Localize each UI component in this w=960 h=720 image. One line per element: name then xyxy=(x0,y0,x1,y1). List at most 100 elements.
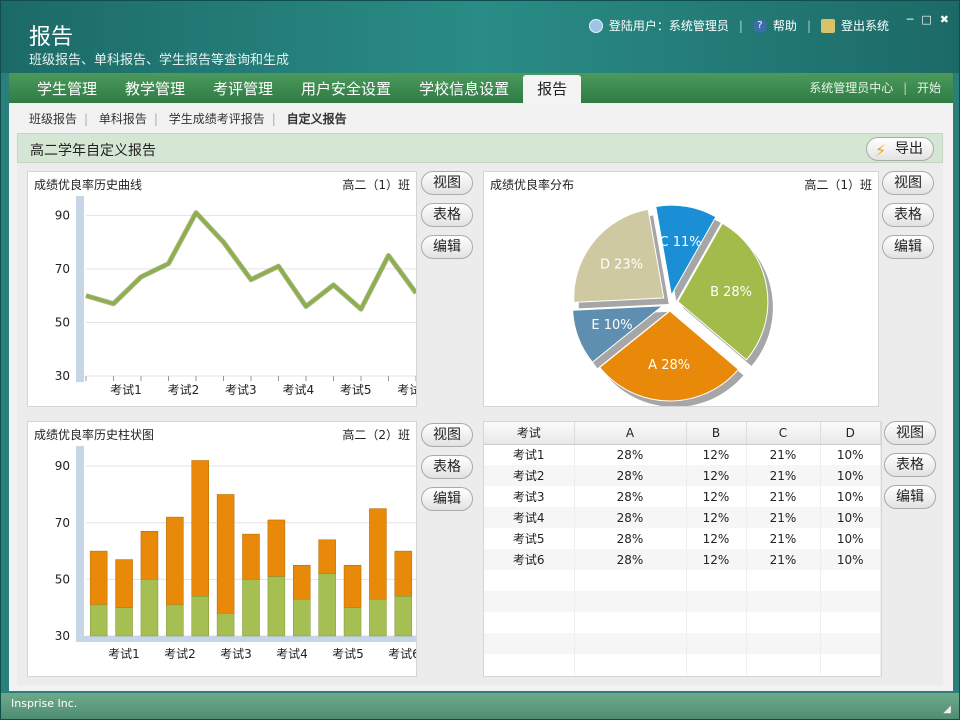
table-cell xyxy=(686,591,747,612)
table-header-row: 考试 A B C D xyxy=(484,422,881,445)
edit-button[interactable]: 编辑 xyxy=(882,235,934,259)
nav-item-student[interactable]: 学生管理 xyxy=(23,75,111,103)
nav-right-links: 系统管理员中心 | 开始 xyxy=(809,79,941,96)
bar-upper xyxy=(318,539,336,574)
pie-chart-panel: 成绩优良率分布 高二（1）班 C 11% B 28% A 28% E 10% D 23% xyxy=(483,171,879,407)
table-cell xyxy=(484,612,575,633)
user-icon xyxy=(588,18,603,33)
resize-grip-icon[interactable]: ◢ xyxy=(943,699,951,720)
table-row[interactable] xyxy=(484,654,881,675)
start-link[interactable]: 开始 xyxy=(917,81,941,95)
table-row[interactable] xyxy=(484,591,881,612)
x-tick-label: 考试6 xyxy=(388,646,416,661)
view-button[interactable]: 视图 xyxy=(882,171,934,195)
column-header[interactable]: C xyxy=(746,422,821,445)
x-tick-label: 考试5 xyxy=(340,382,372,397)
table-cell: 10% xyxy=(820,549,881,570)
column-header[interactable]: D xyxy=(820,422,881,445)
separator: | xyxy=(84,112,89,126)
column-header[interactable]: B xyxy=(686,422,747,445)
x-tick-label: 考试1 xyxy=(108,646,140,661)
table-button[interactable]: 表格 xyxy=(884,453,936,477)
table-cell xyxy=(820,570,881,591)
view-button[interactable]: 视图 xyxy=(884,421,936,445)
pie-slice-label: D 23% xyxy=(600,257,643,272)
bar-lower xyxy=(166,604,184,637)
nav-item-report[interactable]: 报告 xyxy=(523,75,582,103)
y-tick-label: 50 xyxy=(55,315,70,329)
x-tick-label: 考试1 xyxy=(110,382,142,397)
user-label: 登陆用户：系统管理员 xyxy=(608,19,729,33)
bar-upper xyxy=(191,460,209,597)
table-cell: 考试3 xyxy=(484,486,575,507)
view-button[interactable]: 视图 xyxy=(421,423,473,447)
pie-slice-label: E 10% xyxy=(591,318,632,333)
status-bar: Insprise Inc. ◢ xyxy=(1,693,959,719)
edit-button[interactable]: 编辑 xyxy=(884,485,936,509)
export-button[interactable]: ⚡ 导出 xyxy=(866,137,934,161)
subnav-student-report[interactable]: 学生成绩考评报告 xyxy=(169,112,265,126)
export-label: 导出 xyxy=(895,141,923,157)
pie-slice xyxy=(573,208,665,303)
bar-lower xyxy=(140,579,159,637)
table-button[interactable]: 表格 xyxy=(882,203,934,227)
nav-item-school-info[interactable]: 学校信息设置 xyxy=(405,75,523,103)
y-tick-label: 90 xyxy=(55,208,70,222)
pie-chart: C 11% B 28% A 28% E 10% D 23% xyxy=(572,204,773,406)
view-button[interactable]: 视图 xyxy=(421,171,473,195)
nav-item-security[interactable]: 用户安全设置 xyxy=(287,75,405,103)
table-cell: 考试2 xyxy=(484,465,575,486)
table-cell xyxy=(574,591,687,612)
edit-button[interactable]: 编辑 xyxy=(421,235,473,259)
table-cell xyxy=(820,633,881,654)
table-row[interactable]: 考试2 28% 12% 21% 10% xyxy=(484,465,881,486)
bar-upper xyxy=(89,550,108,606)
logout-icon[interactable] xyxy=(820,18,835,33)
bar-upper xyxy=(343,564,362,608)
edit-button[interactable]: 编辑 xyxy=(421,487,473,511)
y-tick-label: 70 xyxy=(55,262,70,276)
nav-item-teaching[interactable]: 教学管理 xyxy=(111,75,199,103)
y-tick-label: 90 xyxy=(55,459,70,473)
bar-lower xyxy=(191,596,209,637)
help-icon[interactable]: ? xyxy=(752,18,767,33)
table-row[interactable]: 考试3 28% 12% 21% 10% xyxy=(484,486,881,507)
table-cell: 12% xyxy=(686,507,747,528)
data-table: 考试 A B C D 考试1 28% 12% 21% 10% 考试2 28% 12% 21% 10… xyxy=(484,422,881,675)
minimize-icon[interactable]: ─ xyxy=(907,13,914,26)
column-header[interactable]: A xyxy=(574,422,687,445)
bar-lower xyxy=(394,596,413,637)
table-row[interactable]: 考试5 28% 12% 21% 10% xyxy=(484,528,881,549)
table-row[interactable]: 考试1 28% 12% 21% 10% xyxy=(484,444,881,465)
subnav-subject-report[interactable]: 单科报告 xyxy=(99,112,147,126)
table-button[interactable]: 表格 xyxy=(421,455,473,479)
table-row[interactable] xyxy=(484,612,881,633)
table-row[interactable] xyxy=(484,633,881,654)
table-row[interactable]: 考试6 28% 12% 21% 10% xyxy=(484,549,881,570)
nav-item-evaluation[interactable]: 考评管理 xyxy=(199,75,287,103)
app-subtitle: 班级报告、单科报告、学生报告等查询和生成 xyxy=(29,53,290,68)
help-link[interactable]: 帮助 xyxy=(773,17,797,34)
bar-upper xyxy=(242,533,260,580)
table-cell: 10% xyxy=(820,465,881,486)
subnav-class-report[interactable]: 班级报告 xyxy=(29,112,77,126)
table-row[interactable]: 考试4 28% 12% 21% 10% xyxy=(484,507,881,528)
table-cell: 21% xyxy=(746,486,821,507)
close-icon[interactable]: ✖ xyxy=(940,13,949,26)
x-tick-label: 考试5 xyxy=(332,646,364,661)
separator: | xyxy=(903,81,908,95)
subnav-custom-report[interactable]: 自定义报告 xyxy=(287,112,347,126)
logout-link[interactable]: 登出系统 xyxy=(841,17,889,34)
bar-chart-buttons: 视图 表格 编辑 xyxy=(421,423,473,511)
table-cell: 12% xyxy=(686,528,747,549)
column-header[interactable]: 考试 xyxy=(484,422,575,445)
window-controls: ─ □ ✖ xyxy=(907,13,949,26)
table-cell xyxy=(686,654,747,675)
maximize-icon[interactable]: □ xyxy=(921,13,931,26)
admin-center-link[interactable]: 系统管理员中心 xyxy=(809,81,893,95)
table-cell: 考试6 xyxy=(484,549,575,570)
table-row[interactable] xyxy=(484,570,881,591)
table-button[interactable]: 表格 xyxy=(421,203,473,227)
pie-slice-label: A 28% xyxy=(648,358,690,373)
separator: | xyxy=(153,112,158,126)
